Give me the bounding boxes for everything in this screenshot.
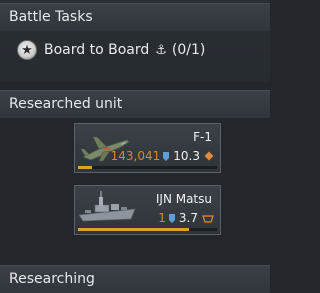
unit-name: IJN Matsu <box>155 192 212 206</box>
research-progress-fill <box>78 166 92 169</box>
battle-rating: 10.3 <box>173 149 200 163</box>
unit-card-ijn-matsu[interactable]: IJN Matsu 1 3.7 <box>74 185 221 235</box>
unit-name: F-1 <box>193 130 212 144</box>
unit-stats: 1 3.7 <box>158 211 214 225</box>
research-points: 1 <box>158 211 166 225</box>
battle-rating: 3.7 <box>178 211 198 225</box>
researched-unit-header: Researched unit <box>0 90 270 118</box>
destroyer-ship-icon <box>78 191 136 222</box>
unit-card-f1[interactable]: F-1 143,041 10.3 <box>74 123 221 173</box>
researched-unit-title: Researched unit <box>9 96 123 112</box>
research-progress-bar <box>78 228 217 231</box>
medal-star-icon: ★ <box>17 40 37 60</box>
anchor-icon: ⚓ <box>155 42 167 58</box>
researching-header: Researching <box>0 265 270 293</box>
research-points: 143,041 <box>110 149 161 163</box>
battle-task-row[interactable]: ★ Board to Board ⚓ (0/1) <box>17 38 267 62</box>
researching-title: Researching <box>9 271 95 287</box>
battle-tasks-header: Battle Tasks <box>0 3 270 31</box>
task-progress: (0/1) <box>171 42 206 58</box>
battle-rating-icon <box>163 151 170 161</box>
unit-stats: 143,041 10.3 <box>111 149 214 163</box>
research-progress-fill <box>78 228 190 231</box>
research-progress-bar <box>78 166 217 169</box>
task-label: Board to Board <box>44 42 150 58</box>
naval-class-icon <box>202 214 214 223</box>
battle-rating-icon <box>168 213 175 223</box>
battle-tasks-title: Battle Tasks <box>9 9 93 25</box>
fighter-class-icon <box>204 151 214 161</box>
